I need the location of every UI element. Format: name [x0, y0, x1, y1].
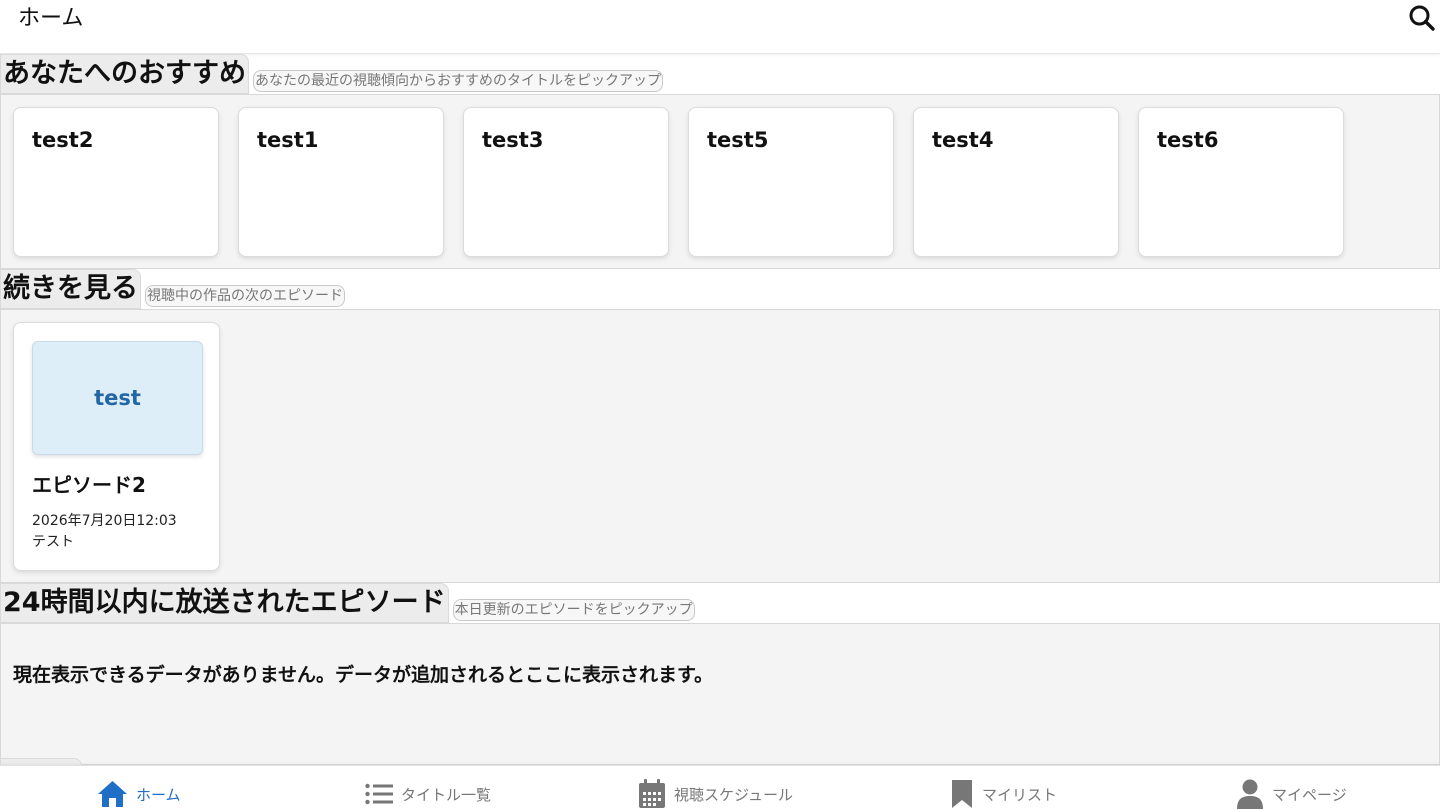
recommend-card-title: test1 [257, 128, 319, 152]
nav-item-mylist[interactable]: マイリスト [950, 778, 1057, 810]
recommend-card[interactable]: test4 [913, 107, 1119, 257]
app-header: ホーム [0, 0, 1440, 54]
recommend-section-title: あなたへのおすすめ [0, 54, 249, 94]
episode-card[interactable]: test エピソード2 2026年7月20日12:03 テスト [13, 322, 220, 571]
nav-item-mypage[interactable]: マイページ [1236, 778, 1347, 810]
recent-section-subtitle: 本日更新のエピソードをピックアップ [452, 599, 695, 621]
recommend-list: test2 test1 test3 test5 test4 test6 [0, 94, 1440, 269]
nav-label: ホーム [136, 785, 181, 804]
thumbnail-label: test [94, 386, 141, 410]
recent-section-title: 24時間以内に放送されたエピソード [0, 583, 449, 623]
recommend-card-title: test5 [707, 128, 769, 152]
bookmark-icon [952, 780, 972, 808]
recommend-card-title: test6 [1157, 128, 1219, 152]
episode-thumbnail: test [32, 341, 203, 455]
episode-date: 2026年7月20日12:03 [32, 513, 177, 529]
recommend-section-header: あなたへのおすすめ あなたの最近の視聴傾向からおすすめのタイトルをピックアップ [0, 54, 663, 94]
episode-title: エピソード2 [32, 473, 146, 497]
empty-state-message: 現在表示できるデータがありません。データが追加されるとここに表示されます。 [13, 664, 714, 686]
search-icon [1409, 5, 1435, 31]
recommend-card-title: test2 [32, 128, 94, 152]
search-button[interactable] [1406, 2, 1438, 34]
recommend-card[interactable]: test5 [688, 107, 894, 257]
continue-list: test エピソード2 2026年7月20日12:03 テスト [0, 309, 1440, 583]
nav-item-schedule[interactable]: 視聴スケジュール [638, 778, 793, 810]
recommend-section-subtitle: あなたの最近の視聴傾向からおすすめのタイトルをピックアップ [253, 70, 663, 92]
nav-label: 視聴スケジュール [674, 785, 793, 804]
nav-label: マイリスト [982, 785, 1058, 804]
recommend-card-title: test3 [482, 128, 544, 152]
bottom-nav: ホーム タイトル一覧 視聴スケジュール マイリスト マイページ [0, 765, 1440, 810]
recommend-card[interactable]: test2 [13, 107, 219, 257]
continue-section-title: 続きを見る [0, 269, 141, 309]
nav-label: マイページ [1272, 785, 1347, 804]
recent-section-header: 24時間以内に放送されたエピソード 本日更新のエピソードをピックアップ [0, 583, 695, 623]
continue-section-subtitle: 視聴中の作品の次のエピソード [145, 285, 345, 307]
recommend-card[interactable]: test6 [1138, 107, 1344, 257]
recommend-card[interactable]: test3 [463, 107, 669, 257]
nav-item-titles[interactable]: タイトル一覧 [365, 778, 491, 810]
home-icon [98, 781, 127, 807]
recommend-card[interactable]: test1 [238, 107, 444, 257]
continue-section-header: 続きを見る 視聴中の作品の次のエピソード [0, 269, 345, 309]
nav-label: タイトル一覧 [401, 785, 492, 804]
recommend-card-title: test4 [932, 128, 994, 152]
person-icon [1237, 779, 1263, 809]
list-icon [365, 783, 393, 805]
nav-item-home[interactable]: ホーム [97, 778, 181, 810]
recent-list: 現在表示できるデータがありません。データが追加されるとここに表示されます。 [0, 623, 1440, 765]
episode-series: テスト [32, 534, 74, 550]
page-title: ホーム [18, 6, 84, 31]
calendar-icon [639, 779, 665, 808]
